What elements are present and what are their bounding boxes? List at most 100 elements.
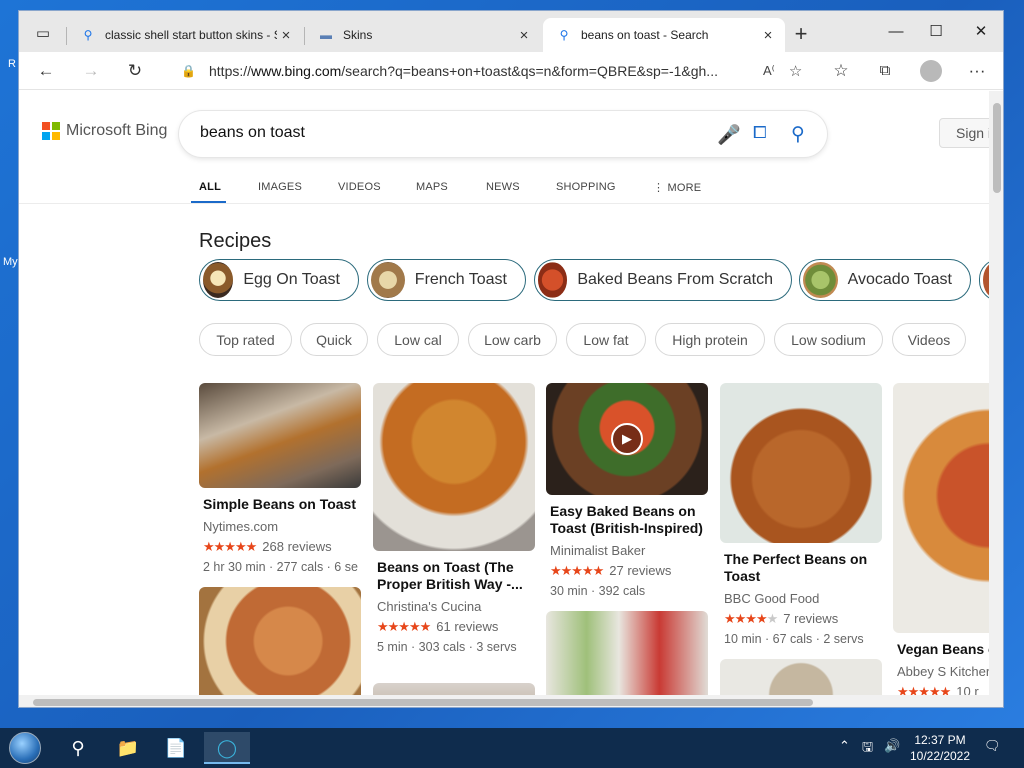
review-count: 10 r: [956, 684, 979, 695]
search-input[interactable]: beans on toast: [200, 124, 305, 142]
clock[interactable]: 12:37 PM 10/22/2022: [902, 732, 978, 764]
tab-videos[interactable]: VIDEOS: [338, 181, 381, 193]
filter-chip[interactable]: Low sodium: [774, 323, 883, 356]
forward-button[interactable]: →: [77, 58, 105, 84]
desktop-icon-label[interactable]: R: [8, 58, 16, 70]
review-count: 7 reviews: [783, 611, 839, 626]
url-text[interactable]: https://www.bing.com/search?q=beans+on+t…: [209, 63, 749, 79]
document-icon[interactable]: 📄: [153, 732, 199, 764]
file-explorer-icon[interactable]: 📁: [105, 732, 151, 764]
close-window-button[interactable]: ✕: [961, 19, 1001, 45]
visual-search-icon[interactable]: ⧠: [753, 123, 767, 143]
recipe-rating: ★★★★★ 268 reviews: [199, 539, 361, 555]
recipe-source: Nytimes.com: [203, 519, 279, 534]
vertical-scrollbar[interactable]: [989, 91, 1003, 695]
browser-window: ▭ ⚲ classic shell start button skins - S…: [18, 10, 1004, 708]
tab-news[interactable]: NEWS: [486, 181, 520, 193]
recipe-photo: ▶: [546, 383, 708, 495]
recipe-pill-more[interactable]: [979, 259, 989, 301]
desktop-icon-label[interactable]: My: [3, 256, 18, 268]
recipe-card[interactable]: Simple Beans on Toast Nytimes.com ★★★★★ 2…: [199, 383, 361, 574]
search-box[interactable]: beans on toast 🎤 ⧠ ⚲: [179, 111, 827, 157]
search-icon: ⚲: [559, 28, 569, 42]
tab-classic-shell[interactable]: ⚲ classic shell start button skins - S ×: [67, 18, 303, 52]
address-bar[interactable]: 🔒 https://www.bing.com/search?q=beans+on…: [169, 56, 819, 86]
horizontal-scrollbar[interactable]: [19, 695, 1003, 707]
recipe-card[interactable]: ▶ Easy Baked Beans on Toast (British-Ins…: [546, 383, 708, 598]
more-menu-button[interactable]: ···: [963, 58, 991, 84]
play-video-icon[interactable]: ▶: [611, 423, 643, 455]
tab-actions-icon[interactable]: ▭: [29, 21, 57, 47]
browser-toolbar: ← → ↻ 🔒 https://www.bing.com/search?q=be…: [19, 52, 1003, 90]
tab-maps[interactable]: MAPS: [416, 181, 448, 193]
recipe-title[interactable]: The Perfect Beans on Toast: [720, 551, 882, 585]
review-count: 27 reviews: [609, 563, 672, 578]
edge-browser-icon[interactable]: ◯: [204, 732, 250, 764]
profile-avatar[interactable]: [917, 58, 945, 84]
rating-stars: ★★★★★: [377, 619, 431, 634]
bing-logo[interactable]: Microsoft Bing: [42, 122, 167, 140]
search-icon[interactable]: ⚲: [55, 732, 101, 764]
back-button[interactable]: ←: [32, 58, 60, 84]
start-button[interactable]: [2, 732, 48, 764]
recipe-card[interactable]: The Perfect Beans on Toast BBC Good Food…: [720, 383, 882, 646]
filter-chip[interactable]: Top rated: [199, 323, 292, 356]
tab-beans-on-toast[interactable]: ⚲ beans on toast - Search ×: [543, 18, 785, 52]
recipe-card[interactable]: [720, 659, 882, 695]
favorites-icon[interactable]: ☆: [827, 58, 855, 84]
refresh-button[interactable]: ↻: [121, 58, 149, 84]
collections-icon[interactable]: ⧉: [871, 58, 899, 84]
network-icon[interactable]: 🖫: [862, 738, 873, 760]
tab-skins[interactable]: ▬ Skins ×: [305, 18, 541, 52]
minimize-button[interactable]: —: [876, 19, 916, 45]
recipe-card[interactable]: [199, 587, 361, 695]
filter-chip[interactable]: Quick: [300, 323, 368, 356]
recipe-title[interactable]: Vegan Beans o: [893, 641, 989, 658]
scrollbar-thumb[interactable]: [33, 699, 813, 706]
notifications-icon[interactable]: 🗨: [984, 738, 1001, 754]
rating-stars: ★★★★★: [897, 684, 951, 695]
tab-images[interactable]: IMAGES: [258, 181, 302, 193]
close-tab-icon[interactable]: ×: [515, 27, 533, 44]
mic-icon[interactable]: 🎤: [717, 123, 741, 147]
tab-all[interactable]: ALL: [199, 181, 221, 193]
recipe-photo: [373, 683, 535, 695]
recipe-pill-egg-on-toast[interactable]: Egg On Toast: [199, 259, 359, 301]
recipe-rating: ★★★★★ 10 r: [893, 684, 989, 695]
add-favorite-icon[interactable]: ☆: [789, 62, 802, 80]
filter-chip[interactable]: Low cal: [377, 323, 459, 356]
maximize-button[interactable]: ☐: [916, 19, 956, 45]
recipe-photo: [199, 587, 361, 695]
recipe-title[interactable]: Beans on Toast (The Proper British Way -…: [373, 559, 535, 593]
recipe-pill-avocado-toast[interactable]: Avocado Toast: [799, 259, 971, 301]
filter-chip[interactable]: Low fat: [566, 323, 646, 356]
close-tab-icon[interactable]: ×: [759, 27, 777, 44]
recipe-title[interactable]: Simple Beans on Toast: [199, 496, 361, 513]
filter-chip[interactable]: Low carb: [468, 323, 557, 356]
show-hidden-icons-icon[interactable]: ⌃: [839, 738, 850, 754]
tab-more[interactable]: ⋮ MORE: [653, 181, 701, 194]
volume-icon[interactable]: 🔊: [884, 738, 900, 754]
scrollbar-thumb[interactable]: [993, 103, 1001, 193]
tab-shopping[interactable]: SHOPPING: [556, 181, 616, 193]
recipe-card[interactable]: Beans on Toast (The Proper British Way -…: [373, 383, 535, 654]
recipe-pill-baked-beans-from-scratch[interactable]: Baked Beans From Scratch: [534, 259, 792, 301]
rating-stars: ★★★★★: [724, 611, 778, 626]
new-tab-button[interactable]: +: [787, 21, 815, 47]
tab-title: beans on toast - Search: [581, 28, 709, 42]
recipe-thumbnail: [203, 262, 234, 298]
bing-results-page: Microsoft Bing beans on toast 🎤 ⧠ ⚲ Sign…: [19, 91, 989, 695]
filter-chip[interactable]: High protein: [655, 323, 765, 356]
sign-in-button[interactable]: Sign i: [939, 118, 989, 148]
recipe-card[interactable]: Vegan Beans o Abbey S Kitcher ★★★★★ 10 r: [893, 383, 989, 695]
filter-chip[interactable]: Videos: [892, 323, 966, 356]
lock-icon[interactable]: 🔒: [181, 64, 201, 78]
recipe-pill-french-toast[interactable]: French Toast: [367, 259, 526, 301]
recipe-card[interactable]: [373, 683, 535, 695]
rating-stars: ★★★★★: [550, 563, 604, 578]
recipe-card[interactable]: [546, 611, 708, 695]
recipe-title[interactable]: Easy Baked Beans on Toast (British-Inspi…: [546, 503, 708, 537]
search-icon[interactable]: ⚲: [791, 123, 805, 146]
close-tab-icon[interactable]: ×: [277, 27, 295, 44]
read-aloud-icon[interactable]: A⁽: [763, 63, 775, 79]
